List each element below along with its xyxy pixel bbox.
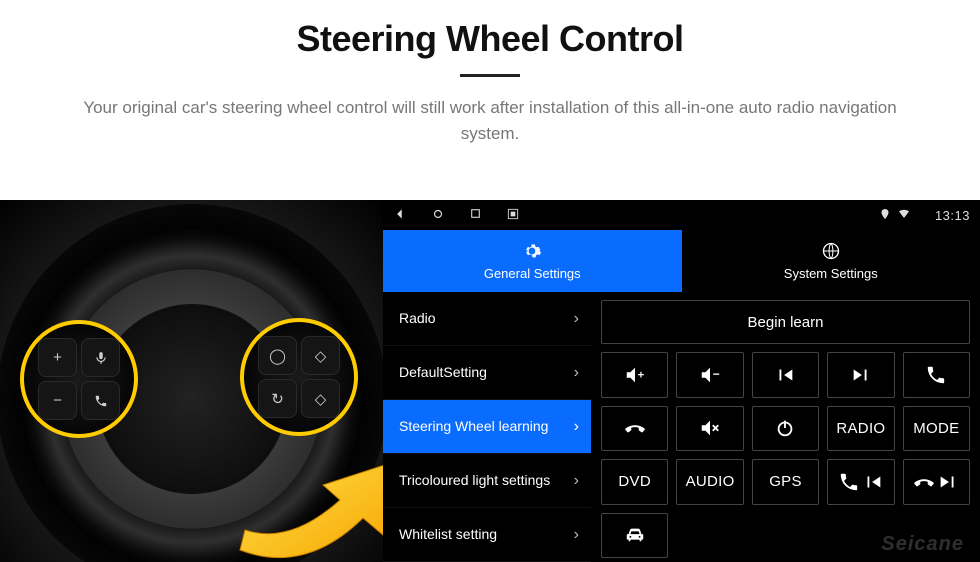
tab-general-settings[interactable]: General Settings — [383, 230, 682, 292]
btn-label: AUDIO — [686, 473, 735, 490]
prev-track-icon — [862, 471, 884, 493]
begin-learn-label: Begin learn — [748, 314, 824, 331]
chevron-right-icon: › — [574, 471, 579, 490]
learn-btn-vol-down[interactable]: − — [676, 352, 743, 398]
tab-system-settings[interactable]: System Settings — [682, 230, 980, 292]
phone-hangup-icon — [913, 471, 935, 493]
learn-btn-phone-next[interactable] — [903, 459, 970, 505]
next-track-icon — [850, 364, 872, 386]
learn-btn-call[interactable] — [903, 352, 970, 398]
menu-item-tricoloured-light[interactable]: Tricoloured light settings › — [383, 454, 591, 508]
wheel-btn-down-icon: ◇ — [301, 379, 340, 418]
menu-item-radio[interactable]: Radio › — [383, 292, 591, 346]
btn-label: MODE — [913, 420, 959, 437]
arrow-callout-icon — [235, 435, 383, 562]
learn-btn-prev[interactable] — [752, 352, 819, 398]
learn-btn-audio[interactable]: AUDIO — [676, 459, 743, 505]
title-divider — [460, 74, 520, 77]
learn-btn-radio[interactable]: RADIO — [827, 406, 894, 452]
nav-recent-icon[interactable] — [469, 207, 482, 223]
tab-label: System Settings — [784, 266, 878, 281]
chevron-right-icon: › — [574, 525, 579, 544]
chevron-right-icon: › — [574, 417, 579, 436]
page-title: Steering Wheel Control — [40, 18, 940, 60]
menu-item-steering-wheel-learning[interactable]: Steering Wheel learning › — [383, 400, 591, 454]
wheel-btn-phone-icon — [81, 381, 120, 420]
learn-btn-vol-up[interactable]: + — [601, 352, 668, 398]
chevron-right-icon: › — [574, 363, 579, 382]
wheel-btn-plus: + — [38, 338, 77, 377]
phone-icon — [838, 471, 860, 493]
btn-label: GPS — [769, 473, 802, 490]
wheel-left-controls: + − — [20, 320, 138, 438]
learn-btn-next[interactable] — [827, 352, 894, 398]
menu-item-label: Tricoloured light settings — [399, 472, 550, 489]
next-track-icon — [937, 471, 959, 493]
learn-btn-phone-prev[interactable] — [827, 459, 894, 505]
settings-menu: Radio › DefaultSetting › Steering Wheel … — [383, 292, 591, 562]
begin-learn-button[interactable]: Begin learn — [601, 300, 970, 344]
nav-back-icon[interactable] — [393, 207, 407, 224]
learn-btn-dvd[interactable]: DVD — [601, 459, 668, 505]
power-icon — [774, 417, 796, 439]
wheel-btn-cycle-icon: ↻ — [258, 379, 297, 418]
mute-icon — [699, 417, 721, 439]
gps-status-icon — [879, 208, 891, 223]
wheel-btn-up-icon: ◇ — [301, 336, 340, 375]
menu-item-label: DefaultSetting — [399, 364, 487, 381]
globe-icon — [821, 241, 841, 264]
steering-wheel-image: + − ◯ ◇ ↻ ◇ — [0, 200, 383, 562]
prev-track-icon — [774, 364, 796, 386]
page-subtitle: Your original car's steering wheel contr… — [60, 95, 920, 146]
wheel-btn-src-icon: ◯ — [258, 336, 297, 375]
svg-text:−: − — [713, 367, 720, 381]
status-clock: 13:13 — [935, 208, 970, 223]
menu-item-whitelist[interactable]: Whitelist setting › — [383, 508, 591, 562]
volume-down-icon: − — [699, 364, 721, 386]
learn-btn-hangup[interactable] — [601, 406, 668, 452]
tab-label: General Settings — [484, 266, 581, 281]
menu-item-default-setting[interactable]: DefaultSetting › — [383, 346, 591, 400]
btn-label: DVD — [618, 473, 651, 490]
wheel-btn-voice-icon — [81, 338, 120, 377]
learn-btn-mute[interactable] — [676, 406, 743, 452]
gear-icon — [522, 241, 542, 264]
phone-icon — [925, 364, 947, 386]
menu-item-label: Radio — [399, 310, 436, 327]
chevron-right-icon: › — [574, 309, 579, 328]
learn-btn-gps[interactable]: GPS — [752, 459, 819, 505]
wifi-status-icon — [897, 208, 911, 223]
head-unit-screen: 13:13 General Settings System Settings R… — [383, 200, 980, 562]
menu-item-label: Steering Wheel learning — [399, 418, 548, 435]
svg-text:+: + — [637, 369, 644, 381]
learn-btn-car[interactable] — [601, 513, 668, 559]
nav-screenshot-icon[interactable] — [506, 207, 520, 224]
btn-label: RADIO — [836, 420, 885, 437]
nav-home-icon[interactable] — [431, 207, 445, 224]
volume-up-icon: + — [624, 364, 646, 386]
car-icon — [624, 524, 646, 546]
learn-btn-mode[interactable]: MODE — [903, 406, 970, 452]
wheel-right-controls: ◯ ◇ ↻ ◇ — [240, 318, 358, 436]
phone-hangup-icon — [624, 417, 646, 439]
wheel-btn-minus: − — [38, 381, 77, 420]
learn-btn-power[interactable] — [752, 406, 819, 452]
menu-item-label: Whitelist setting — [399, 526, 497, 543]
learn-button-grid: + − — [601, 352, 970, 558]
android-nav-bar: 13:13 — [383, 200, 980, 230]
